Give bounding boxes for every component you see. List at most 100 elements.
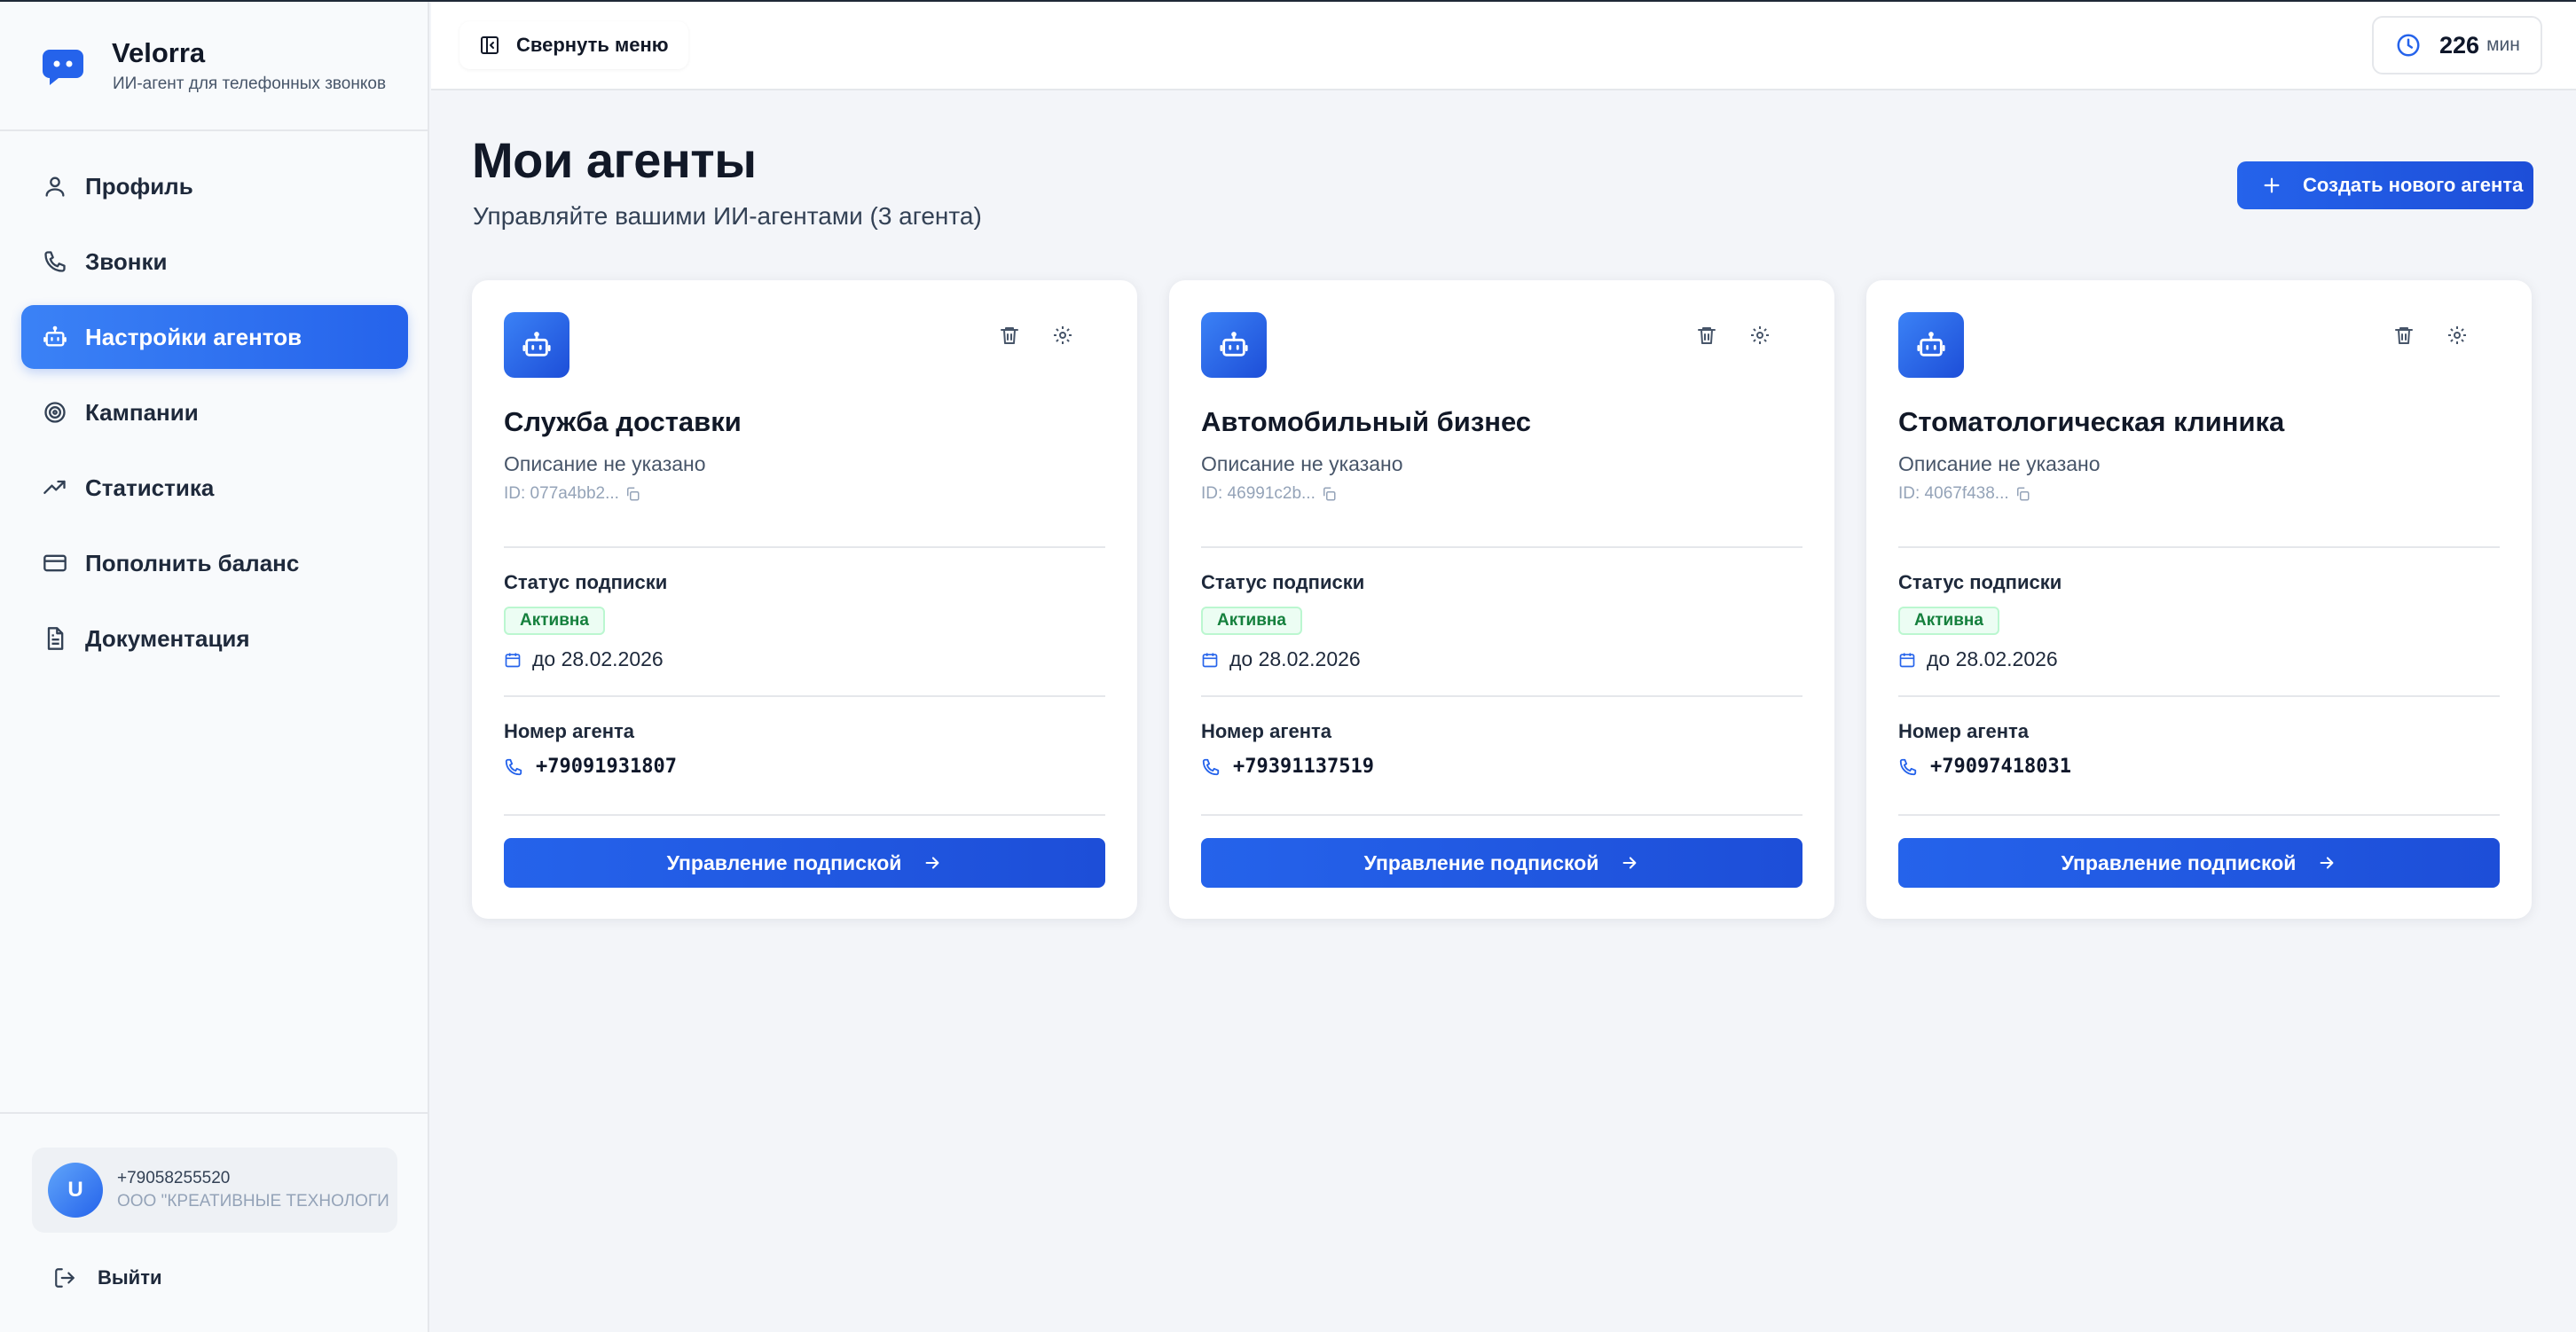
divider (1201, 695, 1802, 697)
subscription-until: до 28.02.2026 (1898, 647, 2058, 671)
calendar-icon (505, 653, 521, 667)
manage-subscription-label: Управление подпиской (1363, 850, 1599, 874)
brand-block: Velorra ИИ-агент для телефонных звонков (0, 2, 429, 131)
gear-icon (2448, 326, 2466, 344)
divider (1898, 695, 2500, 697)
sidebar-item-calls[interactable]: Звонки (21, 230, 408, 294)
panel-collapse-icon (481, 36, 499, 54)
page-subtitle: Управляйте вашими ИИ-агентами (3 агента) (473, 202, 982, 230)
divider (504, 695, 1105, 697)
agent-settings-button[interactable] (2441, 319, 2473, 351)
sidebar-item-label: Документация (85, 624, 250, 652)
agent-number-label: Номер агента (1201, 720, 1332, 742)
manage-subscription-button[interactable]: Управление подпиской (1898, 838, 2500, 888)
logout-button[interactable]: Выйти (53, 1266, 162, 1289)
agent-phone-row: +79391137519 (1201, 756, 1374, 778)
manage-subscription-button[interactable]: Управление подпиской (1201, 838, 1802, 888)
copy-icon[interactable] (1321, 486, 1337, 502)
create-agent-label: Создать нового агента (2303, 174, 2524, 196)
copy-icon[interactable] (2014, 486, 2030, 502)
sidebar: Velorra ИИ-агент для телефонных звонков … (0, 2, 429, 1332)
agent-phone: +79391137519 (1233, 756, 1374, 778)
target-icon (41, 398, 69, 427)
copy-icon[interactable] (624, 486, 640, 502)
agent-bot-icon (504, 312, 569, 378)
calendar-icon (1899, 653, 1915, 667)
sidebar-footer: U +79058255520 ООО "КРЕАТИВНЫЕ ТЕХНОЛОГИ… (0, 1112, 429, 1332)
avatar: U (48, 1163, 103, 1218)
logout-icon (55, 1268, 75, 1288)
clock-icon (2397, 34, 2420, 57)
agent-name: Автомобильный бизнес (1201, 406, 1532, 437)
agent-id-row: ID: 077a4bb2... (504, 484, 640, 504)
minutes-value: 226 (2439, 31, 2480, 59)
agent-name: Служба доставки (504, 406, 742, 437)
agent-bot-icon (1898, 312, 1964, 378)
trash-icon (1001, 327, 1018, 344)
gear-icon (1751, 326, 1769, 344)
chat-bubble-logo-icon (43, 50, 83, 85)
sidebar-item-label: Профиль (85, 172, 193, 200)
divider (1898, 814, 2500, 816)
create-agent-button[interactable]: Создать нового агента (2237, 161, 2533, 209)
sidebar-item-profile[interactable]: Профиль (21, 154, 408, 218)
manage-subscription-button[interactable]: Управление подпиской (504, 838, 1105, 888)
page-title: Мои агенты (472, 132, 757, 188)
sidebar-item-label: Кампании (85, 398, 199, 426)
agent-phone-row: +79091931807 (504, 756, 677, 778)
document-icon (41, 624, 69, 653)
subscription-status-label: Статус подписки (1898, 571, 2062, 593)
agent-card: Автомобильный бизнес Описание не указано… (1169, 280, 1834, 919)
agent-card: Служба доставки Описание не указано ID: … (472, 280, 1137, 919)
sidebar-item-top-up-balance[interactable]: Пополнить баланс (21, 531, 408, 595)
subscription-status-label: Статус подписки (1201, 571, 1365, 593)
subscription-until-date: до 28.02.2026 (1927, 647, 2058, 670)
sidebar-item-agent-settings[interactable]: Настройки агентов (21, 305, 408, 369)
subscription-until-date: до 28.02.2026 (1229, 647, 1361, 670)
sidebar-item-statistics[interactable]: Статистика (21, 456, 408, 520)
user-icon (41, 172, 69, 200)
sidebar-item-campaigns[interactable]: Кампании (21, 380, 408, 444)
subscription-until-date: до 28.02.2026 (532, 647, 664, 670)
agent-settings-button[interactable] (1744, 319, 1776, 351)
agent-id: ID: 4067f438... (1898, 484, 2009, 503)
brand-subtitle: ИИ-агент для телефонных звонков (113, 74, 387, 93)
agent-settings-button[interactable] (1047, 319, 1079, 351)
subscription-until: до 28.02.2026 (1201, 647, 1361, 671)
manage-subscription-label: Управление подпиской (2061, 850, 2297, 874)
arrow-right-icon (1622, 857, 1637, 869)
logout-label: Выйти (98, 1266, 162, 1289)
plus-icon (2264, 177, 2280, 193)
agent-description: Описание не указано (1201, 452, 1403, 475)
arrow-right-icon (925, 857, 939, 869)
divider (504, 814, 1105, 816)
agent-card: Стоматологическая клиника Описание не ук… (1866, 280, 2532, 919)
agent-phone-row: +79097418031 (1898, 756, 2071, 778)
bot-icon (41, 323, 69, 351)
status-badge: Активна (1201, 607, 1302, 635)
arrow-right-icon (2320, 857, 2334, 869)
top-header: Свернуть меню 226 мин (431, 2, 2576, 90)
divider (1201, 546, 1802, 548)
agent-id: ID: 46991c2b... (1201, 484, 1315, 503)
delete-agent-button[interactable] (993, 319, 1025, 351)
minutes-unit: мин (2486, 35, 2520, 55)
sidebar-item-label: Звонки (85, 247, 168, 275)
phone-icon (505, 758, 522, 775)
delete-agent-button[interactable] (2388, 319, 2420, 351)
user-card[interactable]: U +79058255520 ООО "КРЕАТИВНЫЕ ТЕХНОЛОГИ… (32, 1148, 397, 1233)
phone-icon (1202, 758, 1220, 775)
trash-icon (2395, 327, 2413, 344)
manage-subscription-label: Управление подпиской (666, 850, 902, 874)
sidebar-item-documentation[interactable]: Документация (21, 607, 408, 670)
sidebar-item-label: Настройки агентов (85, 323, 302, 350)
agent-phone: +79097418031 (1930, 756, 2071, 778)
agent-phone: +79091931807 (536, 756, 677, 778)
delete-agent-button[interactable] (1691, 319, 1723, 351)
divider (1898, 546, 2500, 548)
user-organization: ООО "КРЕАТИВНЫЕ ТЕХНОЛОГИИ" (117, 1192, 389, 1211)
user-phone: +79058255520 (117, 1169, 231, 1187)
agent-number-label: Номер агента (1898, 720, 2030, 742)
phone-icon (41, 247, 69, 276)
collapse-menu-button[interactable]: Свернуть меню (459, 21, 688, 69)
